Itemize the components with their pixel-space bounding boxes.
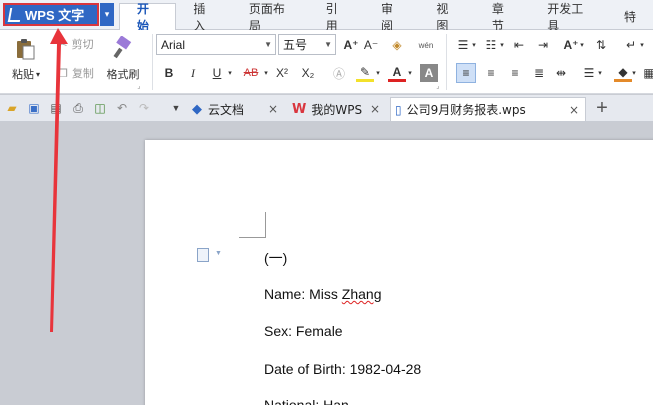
red-arrow-shape [50, 28, 68, 332]
annotation-arrow [50, 28, 68, 332]
